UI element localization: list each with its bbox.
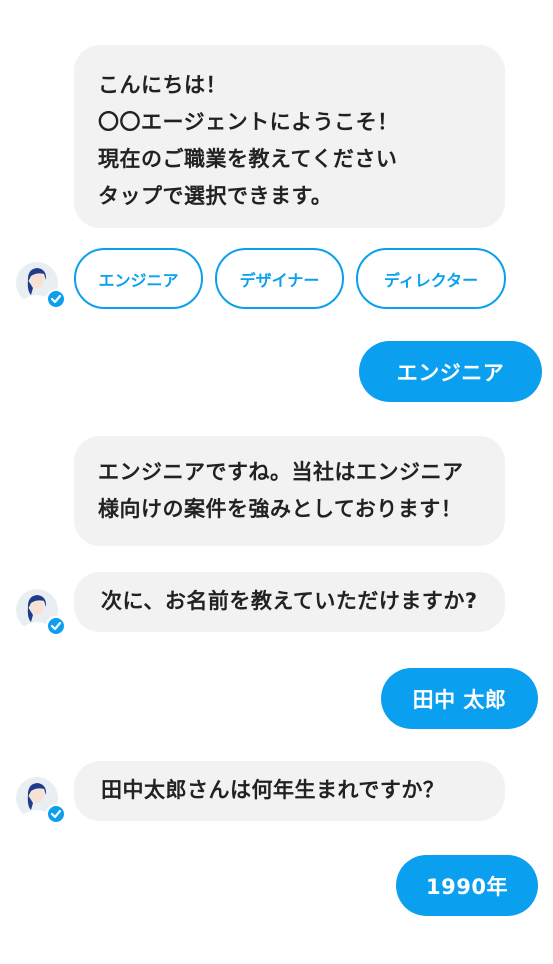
option-engineer-button[interactable]: エンジニア [74,248,203,309]
message-line: 〇〇エージェントにようこそ！ [98,110,399,134]
option-designer-button[interactable]: デザイナー [215,248,344,309]
female-operator-avatar-icon [16,777,65,824]
user-reply-occupation: エンジニア [359,341,542,402]
message-line: こんにちは！ [98,73,227,97]
message-line: 次に、お名前を教えていただけますか? [101,589,478,613]
bot-message-greeting: こんにちは！ 〇〇エージェントにようこそ！ 現在のご職業を教えてください タップ… [74,45,505,228]
user-reply-name: 田中 太郎 [381,668,538,729]
female-operator-avatar-icon [16,262,65,309]
bot-avatar [15,775,65,825]
user-reply-birth-year: 1990年 [396,855,538,916]
bot-message-ask-birth-year: 田中太郎さんは何年生まれですか？ [74,761,505,821]
message-line: 現在のご職業を教えてください [98,147,398,171]
message-line: 様向けの案件を強みとしております！ [98,497,463,521]
female-operator-avatar-icon [16,589,65,636]
message-line: エンジニアですね。当社はエンジニア [98,460,464,484]
option-director-button[interactable]: ディレクター [356,248,506,309]
bot-message-ask-name: 次に、お名前を教えていただけますか? [74,572,505,632]
bot-avatar [15,260,65,310]
bot-message-occupation-confirm: エンジニアですね。当社はエンジニア 様向けの案件を強みとしております！ [74,436,505,546]
message-line: 田中太郎さんは何年生まれですか？ [101,778,445,802]
bot-avatar [15,587,65,637]
message-line: タップで選択できます。 [98,184,333,208]
